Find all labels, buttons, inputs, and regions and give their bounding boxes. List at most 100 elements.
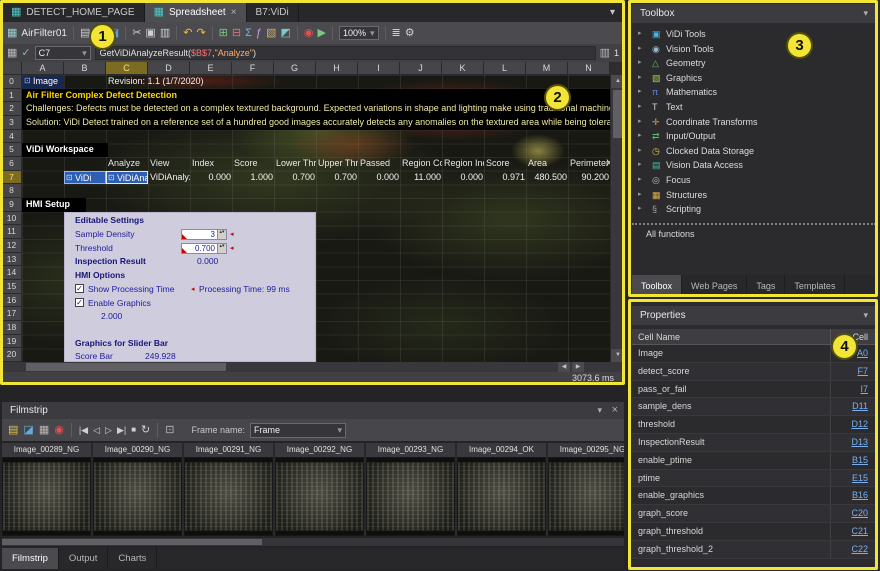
row-header-16[interactable]: 16 — [2, 294, 22, 308]
filmstrip-mode-icon[interactable]: ▦ — [39, 425, 49, 436]
scroll-left-icon[interactable]: ◀ — [558, 362, 570, 372]
horizontal-scrollbar[interactable]: ◀ ▶ — [2, 362, 622, 372]
snippets-icon[interactable]: ≣ — [392, 28, 401, 39]
cell-l7[interactable]: 0.971 — [485, 172, 525, 182]
copy-icon[interactable]: ▣ — [145, 28, 155, 39]
tree-expand-icon[interactable]: ▸ — [638, 56, 642, 71]
live-video-icon[interactable]: ◉ — [304, 28, 314, 39]
play-icon[interactable]: ▷ — [105, 426, 112, 435]
row-header-13[interactable]: 13 — [2, 253, 22, 267]
toolbox-item-vision-t0ols[interactable]: ▸ ◉ Vision Tools — [632, 42, 876, 57]
property-cell-link[interactable]: I7 — [830, 381, 876, 398]
thumbnail-image-00295[interactable]: Image_00295_NG — [548, 443, 624, 536]
toolbox-item-geometry[interactable]: ▸ △ Geometry — [632, 56, 876, 71]
row-header-19[interactable]: 19 — [2, 335, 22, 349]
row-header-2[interactable]: 2 — [2, 102, 22, 116]
cell-d7-label[interactable]: ViDiAnalyze — [150, 172, 190, 182]
row-header-17[interactable]: 17 — [2, 307, 22, 321]
tab-web-pages[interactable]: Web Pages — [682, 275, 747, 296]
col-header-f[interactable]: F — [232, 62, 274, 75]
show-processing-time-checkbox[interactable]: ✓ — [75, 284, 84, 293]
property-row-inspection-result[interactable]: InspectionResult D13 — [632, 434, 876, 452]
property-cell-link[interactable]: B16 — [830, 487, 876, 504]
col-header-k[interactable]: K — [442, 62, 484, 75]
horizontal-scroll-thumb[interactable] — [26, 363, 226, 371]
row-header-7[interactable]: 7 — [2, 171, 22, 185]
property-cell-link[interactable]: F7 — [830, 363, 876, 380]
tab-detect-home-page[interactable]: ▦ DETECT_HOME_PAGE — [2, 2, 145, 22]
property-row-graph-score[interactable]: graph_score C20 — [632, 505, 876, 523]
row-header-6[interactable]: 6 — [2, 157, 22, 171]
col-header-i[interactable]: I — [358, 62, 400, 75]
sheet-icon[interactable]: ▦ — [7, 48, 17, 59]
zoom-select[interactable]: 100% ▾ — [339, 26, 379, 40]
thumbnail-image-00292[interactable]: Image_00292_NG — [275, 443, 364, 536]
insert-row-icon[interactable]: ⊞ — [219, 28, 228, 39]
panel-close-icon[interactable]: × — [612, 402, 618, 419]
vertical-scrollbar[interactable]: ▲ ▼ — [610, 75, 624, 362]
row-header-9[interactable]: 9 — [2, 198, 22, 212]
tab-b7-vidi[interactable]: B7:ViDi — [247, 2, 299, 22]
cell-k7[interactable]: 0.000 — [443, 172, 483, 182]
tab-output[interactable]: Output — [59, 548, 109, 569]
cell-n7[interactable]: 90.200 — [569, 172, 609, 182]
palette-icon[interactable]: ◩ — [280, 28, 290, 39]
thumbnail-image-00293[interactable]: Image_00293_NG — [366, 443, 455, 536]
page-icon[interactable]: ▥ — [600, 48, 610, 59]
select-all-corner[interactable] — [2, 62, 22, 75]
property-cell-link[interactable]: C20 — [830, 505, 876, 522]
skip-to-start-icon[interactable]: |◀ — [79, 426, 88, 435]
tree-expand-icon[interactable]: ▸ — [638, 158, 642, 173]
row-header-15[interactable]: 15 — [2, 280, 22, 294]
scroll-right-icon[interactable]: ▶ — [572, 362, 584, 372]
row-header-18[interactable]: 18 — [2, 321, 22, 335]
record-icon[interactable]: ◉ — [54, 425, 64, 436]
thumbnail-image[interactable] — [93, 457, 182, 536]
save-images-icon[interactable]: ◪ — [23, 425, 33, 436]
row-header-0[interactable]: 0 — [2, 75, 22, 89]
tree-expand-icon[interactable]: ▸ — [638, 173, 642, 188]
property-row-threshold[interactable]: threshold D12 — [632, 416, 876, 434]
property-cell-link[interactable]: E15 — [830, 470, 876, 487]
threshold-stepper[interactable]: 0.700 ▴▾ — [181, 243, 227, 254]
cell-m7[interactable]: 480.500 — [527, 172, 567, 182]
filmstrip-scrollbar[interactable] — [2, 538, 624, 546]
spinner-arrows-icon[interactable]: ▴▾ — [217, 230, 226, 239]
tree-expand-icon[interactable]: ▸ — [638, 188, 642, 203]
scroll-down-icon[interactable]: ▼ — [611, 349, 625, 362]
thumbnail-image-00290[interactable]: Image_00290_NG — [93, 443, 182, 536]
thumbnail-image-00291[interactable]: Image_00291_NG — [184, 443, 273, 536]
frame-name-select[interactable]: Frame ▾ — [250, 423, 346, 438]
thumbnail-image[interactable] — [457, 457, 546, 536]
panel-chevron-down-icon[interactable]: ▾ — [597, 402, 602, 419]
tree-expand-icon[interactable]: ▸ — [638, 129, 642, 144]
formula-input[interactable]: GetViDiAnalyzeResult($B$7,"Analyze") — [95, 46, 596, 60]
tree-expand-icon[interactable]: ▸ — [638, 85, 642, 100]
tab-tags[interactable]: Tags — [747, 275, 785, 296]
property-row-detect-score[interactable]: detect_score F7 — [632, 363, 876, 381]
col-header-j[interactable]: J — [400, 62, 442, 75]
toolbox-item-structures[interactable]: ▸ ▦ Structures — [632, 188, 876, 203]
toolbox-item-text[interactable]: ▸ T Text — [632, 100, 876, 115]
toolbox-item-coordinate-transforms[interactable]: ▸ ✛ Coordinate Transforms — [632, 115, 876, 130]
camera-icon[interactable]: ⊡ — [165, 425, 174, 436]
thumbnail-image[interactable] — [548, 457, 624, 536]
thumbnail-image-00289[interactable]: Image_00289_NG — [2, 443, 91, 536]
tab-spreadsheet[interactable]: ▦ Spreadsheet × — [145, 2, 247, 22]
thumbnail-image-00294[interactable]: Image_00294_OK — [457, 443, 546, 536]
property-row-ptime[interactable]: ptime E15 — [632, 470, 876, 488]
step-back-icon[interactable]: ◁ — [93, 426, 100, 435]
cell-h7[interactable]: 0.700 — [317, 172, 357, 182]
row-header-4[interactable]: 4 — [2, 130, 22, 144]
loop-icon[interactable]: ↻ — [141, 425, 150, 436]
property-row-graph-threshold-2[interactable]: graph_threshold_2 C22 — [632, 541, 876, 559]
tab-list-chevron-icon[interactable]: ▾ — [601, 2, 624, 22]
row-header-5[interactable]: 5 — [2, 143, 22, 157]
tree-expand-icon[interactable]: ▸ — [638, 115, 642, 130]
col-header-e[interactable]: E — [190, 62, 232, 75]
tree-expand-icon[interactable]: ▸ — [638, 202, 642, 217]
cut-icon[interactable]: ✂ — [132, 28, 141, 39]
row-header-20[interactable]: 20 — [2, 348, 22, 362]
toolbox-item-vision-data-access[interactable]: ▸ ▤ Vision Data Access — [632, 158, 876, 173]
cell-f7[interactable]: 1.000 — [233, 172, 273, 182]
